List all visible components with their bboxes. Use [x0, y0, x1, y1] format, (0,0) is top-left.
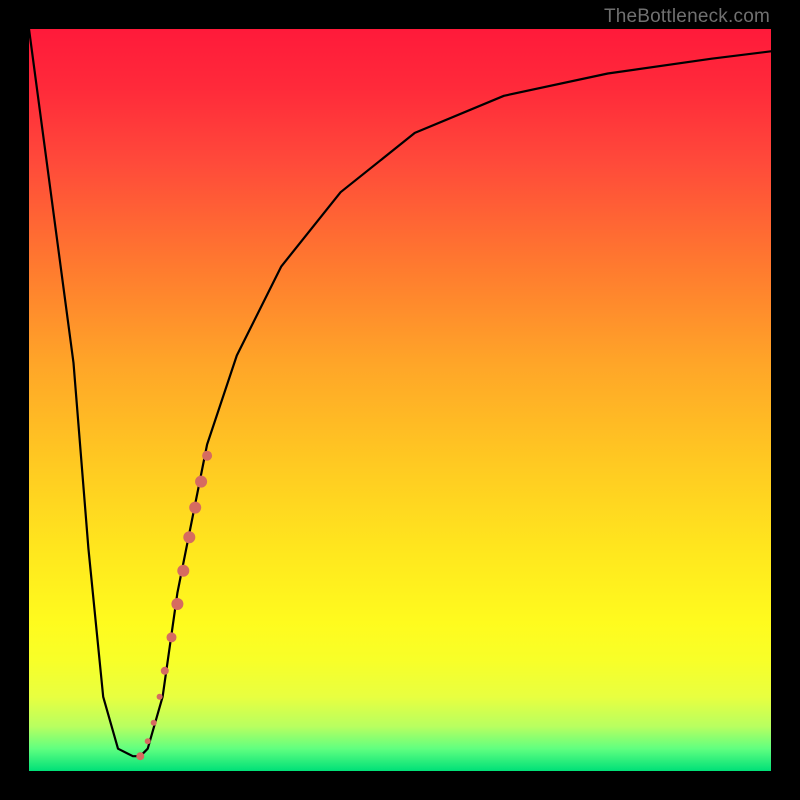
marker-dot — [177, 565, 189, 577]
marker-dot — [189, 502, 201, 514]
marker-dot — [171, 598, 183, 610]
marker-dot — [167, 632, 177, 642]
marker-dot — [202, 451, 212, 461]
watermark-text: TheBottleneck.com — [604, 6, 770, 28]
plot-area — [29, 29, 771, 771]
marker-band — [136, 451, 212, 761]
marker-dot — [161, 667, 169, 675]
chart-frame: TheBottleneck.com — [0, 0, 800, 800]
marker-dot — [151, 720, 157, 726]
marker-dot — [145, 738, 151, 744]
marker-dot — [195, 476, 207, 488]
marker-dot — [157, 694, 163, 700]
bottleneck-curve — [29, 29, 771, 756]
curve-layer — [29, 29, 771, 771]
marker-dot — [136, 752, 144, 760]
marker-dot — [183, 531, 195, 543]
